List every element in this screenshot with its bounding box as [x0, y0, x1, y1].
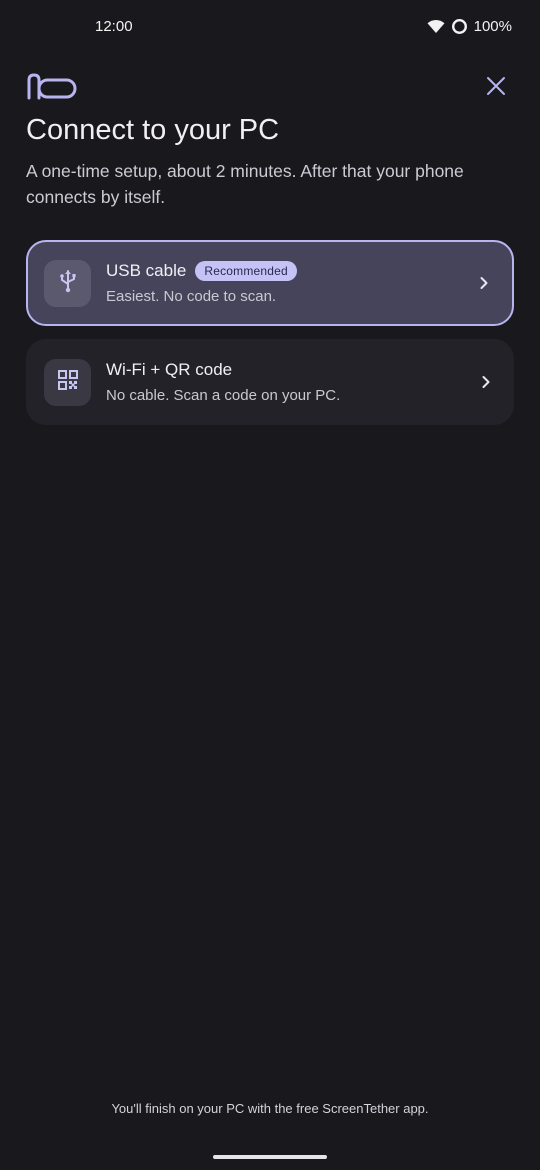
usb-option-title: USB cable [106, 261, 187, 280]
qr-icon-tile [44, 358, 91, 406]
usb-icon-tile [44, 259, 91, 307]
usb-option-text: USB cable Recommended Easiest. No code t… [106, 261, 474, 305]
close-button[interactable] [478, 70, 514, 106]
wifi-option-title-row: Wi-Fi + QR code [106, 360, 476, 380]
recommended-badge: Recommended [195, 261, 297, 281]
battery-percent: 100% [473, 17, 512, 35]
usb-icon [58, 269, 78, 298]
chevron-right-icon [474, 273, 494, 293]
status-icons: 100% [427, 18, 512, 35]
battery-icon [451, 18, 468, 35]
qr-code-icon [57, 369, 79, 396]
wifi-qr-option[interactable]: Wi-Fi + QR code No cable. Scan a code on… [26, 339, 514, 425]
page-subtitle: A one-time setup, about 2 minutes. After… [26, 161, 464, 207]
wifi-option-title: Wi-Fi + QR code [106, 360, 233, 379]
status-time: 12:00 [95, 17, 133, 35]
home-indicator[interactable] [213, 1155, 327, 1159]
chevron-right-icon [476, 372, 496, 392]
usb-option-title-row: USB cable Recommended [106, 261, 474, 281]
cable-loop-icon [26, 72, 78, 105]
wifi-icon [427, 19, 445, 34]
close-icon [486, 76, 506, 101]
wifi-option-text: Wi-Fi + QR code No cable. Scan a code on… [106, 360, 476, 404]
wifi-option-description: No cable. Scan a code on your PC. [106, 387, 341, 404]
usb-option-description: Easiest. No code to scan. [106, 288, 277, 305]
usb-cable-option[interactable]: USB cable Recommended Easiest. No code t… [26, 240, 514, 326]
page-title: Connect to your PC [26, 114, 280, 146]
footer-note: You'll finish on your PC with the free S… [111, 1101, 429, 1116]
header [26, 70, 514, 106]
status-bar: 12:00 100% [0, 0, 540, 52]
